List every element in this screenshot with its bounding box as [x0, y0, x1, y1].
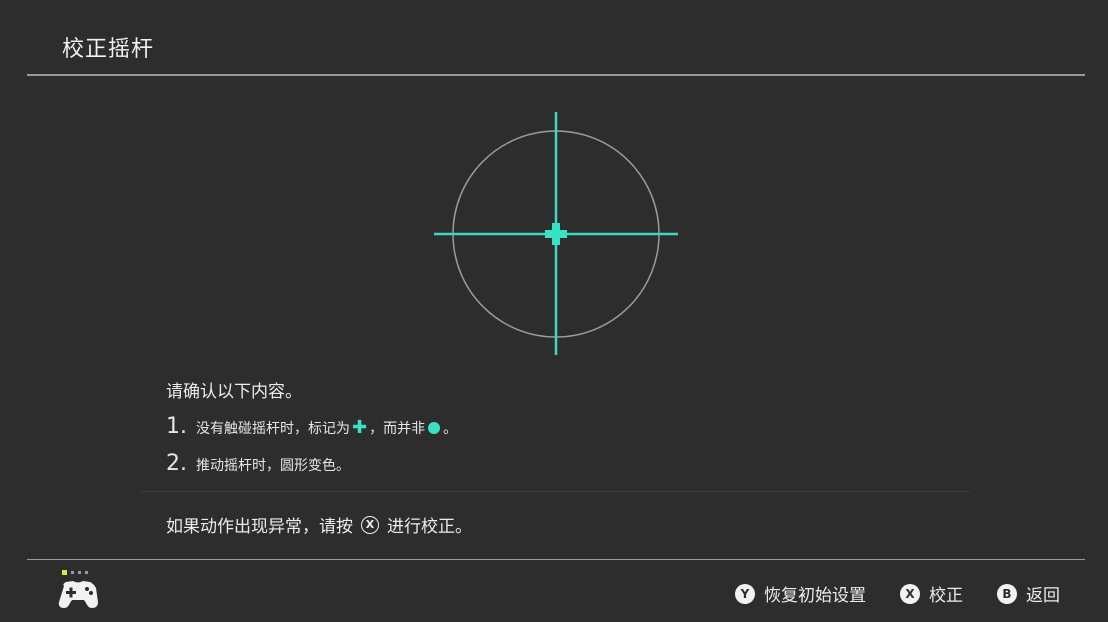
step-text-part-b: ，而并非 [369, 421, 426, 437]
stick-position-marker [545, 223, 567, 245]
reset-defaults-button[interactable]: Y 恢复初始设置 [735, 581, 866, 606]
instruction-step-1: 1. 没有触碰摇杆时，标记为 ✚ ，而并非 。 [166, 414, 457, 439]
step-number: 2. [166, 451, 187, 476]
x-button-icon: X [900, 583, 920, 604]
calibration-instructions: 请确认以下内容。 1. 没有触碰摇杆时，标记为 ✚ ，而并非 。 2. 推动摇杆… [166, 377, 457, 476]
hint-suffix: 进行校正。 [387, 517, 472, 537]
step-text-part-a: 没有触碰摇杆时，标记为 [196, 421, 350, 437]
back-label: 返回 [1026, 586, 1060, 606]
footer-divider [27, 559, 1085, 560]
step-text-part-c: 。 [443, 421, 458, 437]
calibrate-button[interactable]: X 校正 [900, 581, 963, 606]
calibration-hint: 如果动作出现异常，请按 X 进行校正。 [166, 512, 472, 537]
plus-marker-icon: ✚ [352, 417, 368, 438]
gamepad-icon [58, 570, 98, 608]
x-button-icon: X [361, 515, 379, 534]
calibrate-label: 校正 [929, 586, 963, 606]
hint-prefix: 如果动作出现异常，请按 [166, 517, 353, 537]
b-button-icon: B [997, 583, 1017, 604]
step-number: 1. [166, 414, 187, 439]
controller-indicator-active [62, 570, 67, 575]
section-divider [140, 491, 970, 492]
footer-actions: Y 恢复初始设置 X 校正 B 返回 [701, 581, 1060, 606]
instructions-title: 请确认以下内容。 [166, 382, 302, 402]
dot-marker-icon [428, 422, 441, 434]
back-button[interactable]: B 返回 [997, 581, 1060, 606]
step-text: 推动摇杆时，圆形变色。 [196, 458, 350, 474]
reset-defaults-label: 恢复初始设置 [764, 586, 866, 606]
y-button-icon: Y [735, 583, 755, 604]
instruction-step-2: 2. 推动摇杆时，圆形变色。 [166, 451, 457, 476]
